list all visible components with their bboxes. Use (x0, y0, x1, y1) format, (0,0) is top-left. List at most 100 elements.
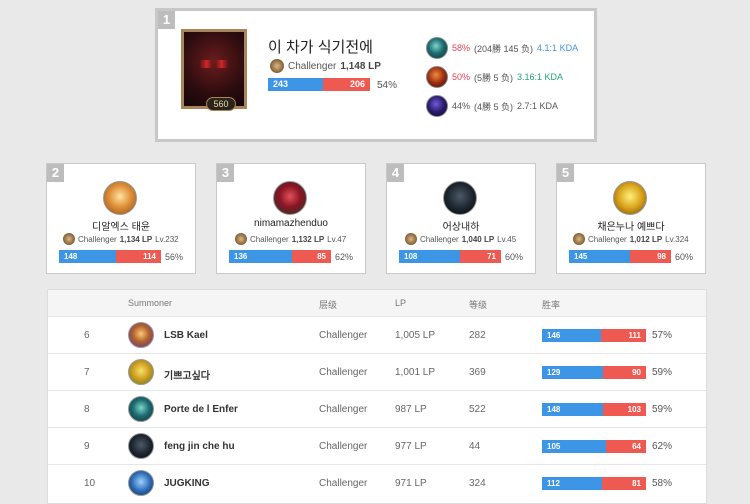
tier-label: Challenger (319, 441, 368, 452)
tier-label: Challenger (588, 234, 627, 244)
rank-1-card[interactable]: 1 560 이 차가 식기전에 Challenger 1,148 LP 243 … (155, 8, 597, 142)
tier-info: Challenger 1,040 LP Lv.45 (405, 233, 516, 245)
tier-label: Challenger (250, 234, 289, 244)
summoner-name[interactable]: 기쁘고싶다 (164, 367, 210, 382)
rank-5-card[interactable]: 5 채은누나 예쁘다 Challenger 1,012 LP Lv.324 14… (556, 163, 706, 274)
lp-value: 987 LP (395, 404, 427, 415)
table-row[interactable]: 6 LSB Kael Challenger 1,005 LP 282 146 1… (48, 316, 706, 353)
champion-winrate: 44% (452, 101, 471, 111)
losses-count: 71 (460, 250, 501, 263)
wins-count: 148 (59, 250, 116, 263)
win-rate: 56% (165, 252, 184, 262)
col-winrate[interactable]: 胜率 (542, 298, 560, 311)
challenger-emblem-icon (573, 233, 585, 245)
wins-count: 108 (399, 250, 460, 263)
summoner-name[interactable]: 이 차가 식기전에 (268, 36, 373, 57)
top-champion-3: 44% (4勝 5 负) 2.7:1 KDA (426, 95, 558, 117)
summoner-name[interactable]: 디알엑스 태윤 (47, 218, 195, 233)
win-rate: 60% (505, 252, 524, 262)
wins-count: 129 (542, 366, 603, 379)
win-loss-bar: 145 98 (569, 250, 671, 263)
tier-info: Challenger 1,132 LP Lv.47 (235, 233, 346, 245)
col-level[interactable]: 等级 (469, 298, 487, 311)
losses-count: 114 (116, 250, 161, 263)
lp-value: 1,012 LP (629, 234, 663, 244)
ranking-table: Summoner 层级 LP 等级 胜率 6 LSB Kael Challeng… (47, 289, 707, 504)
tier-label: Challenger (420, 234, 459, 244)
rank-number: 9 (84, 441, 90, 452)
summoner-profile-icon[interactable] (128, 470, 154, 496)
summoner-name[interactable]: Porte de l Enfer (164, 404, 238, 415)
losses-count: 90 (603, 366, 646, 379)
champion-icon (426, 37, 448, 59)
rank-2-card[interactable]: 2 디알엑스 태윤 Challenger 1,134 LP Lv.232 148… (46, 163, 196, 274)
rank-number: 6 (84, 330, 90, 341)
win-rate: 62% (652, 441, 673, 452)
win-loss-bar: 112 81 (542, 477, 646, 490)
lp-value: 1,134 LP (119, 234, 153, 244)
rank-badge: 5 (557, 164, 574, 182)
table-row[interactable]: 10 JUGKING Challenger 971 LP 324 112 81 … (48, 464, 706, 501)
col-summoner[interactable]: Summoner (128, 298, 172, 308)
win-loss-bar: 148 103 (542, 403, 646, 416)
summoner-name[interactable]: 어상내하 (387, 218, 535, 233)
table-row[interactable]: 8 Porte de l Enfer Challenger 987 LP 522… (48, 390, 706, 427)
summoner-profile-icon[interactable] (613, 181, 647, 215)
lp-value: 971 LP (395, 478, 427, 489)
summoner-name[interactable]: feng jin che hu (164, 441, 235, 452)
challenger-emblem-icon (63, 233, 75, 245)
summoner-profile-icon[interactable] (128, 322, 154, 348)
champion-record: (204勝 145 负) (474, 43, 534, 54)
tier-label: Challenger (319, 478, 368, 489)
rank-4-card[interactable]: 4 어상내하 Challenger 1,040 LP Lv.45 108 71 … (386, 163, 536, 274)
rank-badge: 3 (217, 164, 234, 182)
level-label: Lv.45 (497, 234, 517, 244)
summoner-profile-icon[interactable] (128, 359, 154, 385)
summoner-profile-icon[interactable] (128, 396, 154, 422)
win-rate: 54% (377, 80, 398, 91)
losses-count: 85 (292, 250, 331, 263)
win-loss-bar: 129 90 (542, 366, 646, 379)
col-tier[interactable]: 层级 (319, 298, 337, 311)
level-label: Lv.232 (155, 234, 179, 244)
top-champion-1: 58% (204勝 145 负) 4.1:1 KDA (426, 37, 578, 59)
summoner-profile-icon[interactable] (103, 181, 137, 215)
lp-value: 1,005 LP (395, 330, 436, 341)
champion-kda: 3.16:1 KDA (517, 72, 564, 82)
tier-info: Challenger 1,012 LP Lv.324 (573, 233, 689, 245)
rank-badge: 2 (47, 164, 64, 182)
summoner-profile-icon[interactable] (443, 181, 477, 215)
summoner-name[interactable]: 채은누나 예쁘다 (557, 218, 705, 233)
summoner-name[interactable]: JUGKING (164, 478, 210, 489)
summoner-name[interactable]: LSB Kael (164, 330, 208, 341)
tier-label: Challenger (319, 367, 368, 378)
tier-info: Challenger 1,148 LP (270, 59, 381, 73)
champion-icon (426, 95, 448, 117)
win-loss-bar: 148 114 (59, 250, 161, 263)
champion-record: (5勝 5 负) (474, 72, 514, 83)
tier-label: Challenger (288, 60, 337, 72)
lp-value: 1,040 LP (461, 234, 495, 244)
champion-kda: 2.7:1 KDA (517, 101, 559, 111)
challenger-emblem-icon (405, 233, 417, 245)
rank-number: 10 (84, 478, 96, 489)
table-row[interactable]: 9 feng jin che hu Challenger 977 LP 44 1… (48, 427, 706, 464)
table-row[interactable]: 7 기쁘고싶다 Challenger 1,001 LP 369 129 90 5… (48, 353, 706, 390)
challenger-emblem-icon (270, 59, 284, 73)
win-rate: 57% (652, 330, 673, 341)
rank-number: 7 (84, 367, 90, 378)
lp-value: 1,132 LP (291, 234, 325, 244)
rank-badge: 1 (158, 11, 175, 29)
losses-count: 111 (601, 329, 646, 342)
summoner-profile-icon[interactable] (273, 181, 307, 215)
challenger-emblem-icon (235, 233, 247, 245)
col-lp[interactable]: LP (395, 298, 406, 308)
summoner-profile-icon[interactable] (128, 433, 154, 459)
losses-count: 64 (606, 440, 646, 453)
champion-icon (426, 66, 448, 88)
top-champion-2: 50% (5勝 5 负) 3.16:1 KDA (426, 66, 563, 88)
champion-record: (4勝 5 负) (474, 101, 514, 112)
rank-3-card[interactable]: 3 nimamazhenduo Challenger 1,132 LP Lv.4… (216, 163, 366, 274)
summoner-name[interactable]: nimamazhenduo (217, 218, 365, 229)
losses-count: 81 (602, 477, 646, 490)
